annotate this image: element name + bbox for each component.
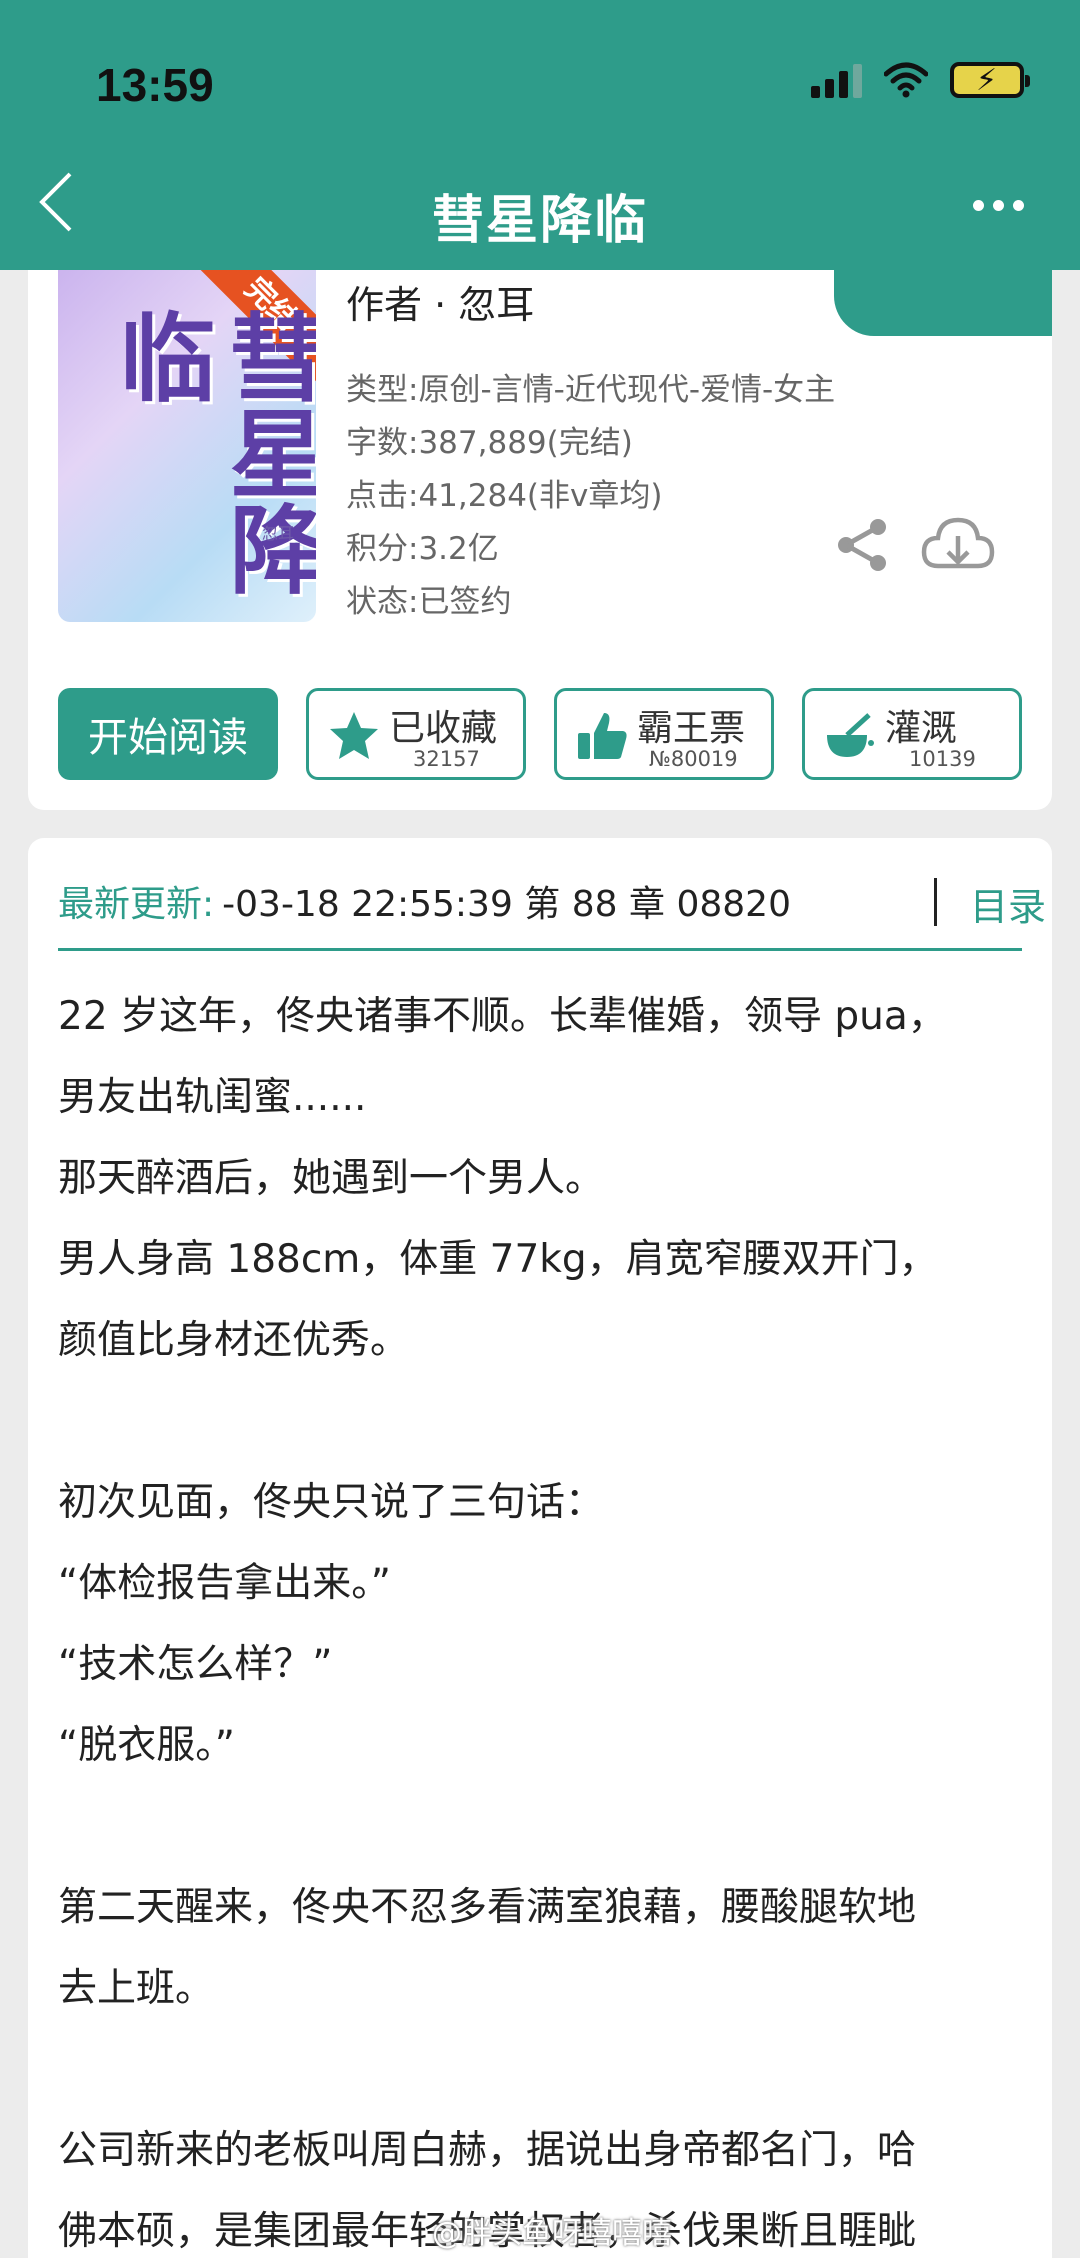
- vote-count: №80019: [649, 747, 738, 771]
- synopsis-line: 公司新来的老板叫周白赫，据说出身帝都名门，哈: [58, 2128, 917, 2173]
- status-time: 13:59: [96, 59, 214, 111]
- synopsis-line: [58, 2029, 1028, 2110]
- book-author[interactable]: 作者 · 忽耳: [346, 274, 534, 329]
- synopsis-line: [58, 1381, 1028, 1462]
- synopsis-line: 那天醉酒后，她遇到一个男人。: [58, 1156, 605, 1201]
- synopsis-text: 22 岁这年，佟央诸事不顺。长辈催婚，领导 pua， 男友出轨闺蜜...... …: [58, 976, 1028, 2258]
- synopsis-line: 男人身高 188cm，体重 77kg，肩宽窄腰双开门，: [58, 1237, 938, 1282]
- latest-update-text: -03-18 22:55:39 第 88 章 08820: [222, 884, 791, 925]
- water-count: 10139: [909, 747, 976, 771]
- start-reading-button[interactable]: 开始阅读: [58, 688, 278, 780]
- star-icon: [330, 712, 378, 759]
- latest-update-label: 最新更新:: [58, 884, 215, 925]
- latest-update-row[interactable]: 最新更新: -03-18 22:55:39 第 88 章 08820 目录: [58, 866, 1046, 936]
- synopsis-line: “体检报告拿出来。”: [58, 1561, 391, 1606]
- meta-score: 积分:3.2亿: [346, 531, 499, 567]
- favorite-label: 已收藏: [389, 708, 498, 749]
- update-underline: [58, 948, 1022, 951]
- cover-author-mark: 忽耳: [261, 524, 294, 543]
- battery-charging-icon: ⚡: [950, 62, 1030, 98]
- cloud-download-icon[interactable]: [920, 510, 996, 580]
- status-icons: ⚡: [811, 62, 1030, 98]
- favorite-button[interactable]: 已收藏 32157: [306, 688, 526, 780]
- watermark: @胖头鱼呀嘻嘻嘻: [432, 2216, 672, 2251]
- book-info-card: 完结 彗星降临 忽耳 作者 · 忽耳 类型:原创-言情-近代现代-爱情-女主 字…: [28, 270, 1052, 810]
- synopsis-line: 22 岁这年，佟央诸事不顺。长辈催婚，领导 pua，: [58, 994, 947, 1039]
- cellular-signal-icon: [811, 62, 862, 98]
- meta-word-count: 字数:387,889(完结): [346, 425, 633, 461]
- water-button[interactable]: 灌溉 10139: [802, 688, 1022, 780]
- meta-genre: 类型:原创-言情-近代现代-爱情-女主: [346, 372, 836, 408]
- favorite-count: 32157: [413, 747, 480, 771]
- app-header: 13:59 ⚡ 彗星降临: [0, 0, 1080, 270]
- meta-clicks: 点击:41,284(非v章均): [346, 478, 663, 514]
- water-label: 灌溉: [885, 708, 958, 749]
- vote-label: 霸王票: [637, 708, 746, 749]
- more-options-button[interactable]: [973, 200, 1024, 211]
- synopsis-line: 男友出轨闺蜜......: [58, 1075, 367, 1120]
- synopsis-line: 第二天醒来，佟央不忍多看满室狼藉，腰酸腿软地: [58, 1885, 917, 1930]
- thumbs-up-icon: [578, 713, 627, 759]
- page-title: 彗星降临: [431, 191, 648, 251]
- share-icon[interactable]: [832, 515, 892, 575]
- tag-pill[interactable]: [834, 270, 1052, 336]
- action-buttons: 开始阅读 已收藏 32157 霸王票 №80019 灌溉 10139: [58, 688, 1022, 780]
- vote-button[interactable]: 霸王票 №80019: [554, 688, 774, 780]
- synopsis-line: “脱衣服。”: [58, 1723, 235, 1768]
- book-cover[interactable]: 完结 彗星降临 忽耳: [58, 270, 316, 622]
- synopsis-line: [58, 1786, 1028, 1867]
- divider: [934, 878, 937, 926]
- table-of-contents-link[interactable]: 目录: [970, 876, 1046, 931]
- synopsis-line: 初次见面，佟央只说了三句话：: [58, 1480, 605, 1525]
- synopsis-line: 颜值比身材还优秀。: [58, 1318, 410, 1363]
- synopsis-line: 去上班。: [58, 1966, 215, 2011]
- cover-title: 彗星降临: [103, 308, 316, 596]
- watering-icon: [827, 713, 874, 757]
- synopsis-card: 最新更新: -03-18 22:55:39 第 88 章 08820 目录 22…: [28, 838, 1052, 2258]
- wifi-icon: [884, 62, 928, 98]
- book-meta: 类型:原创-言情-近代现代-爱情-女主 字数:387,889(完结) 点击:41…: [346, 364, 835, 629]
- meta-status: 状态:已签约: [346, 584, 512, 620]
- synopsis-line: “技术怎么样？”: [58, 1642, 333, 1687]
